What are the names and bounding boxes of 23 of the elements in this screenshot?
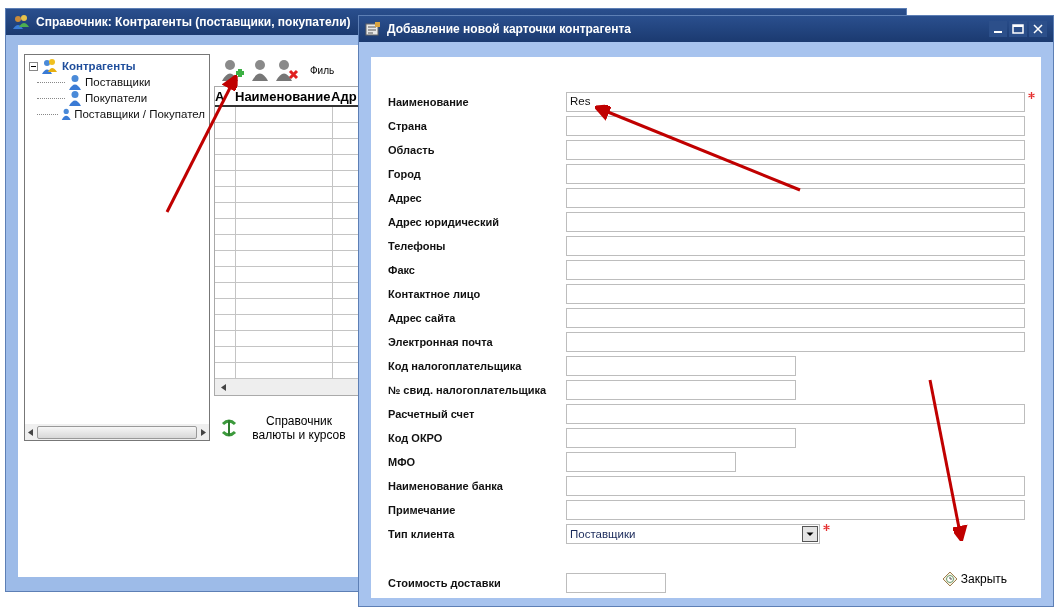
field-label: Страна (388, 120, 428, 132)
field-label: Наименование (388, 96, 470, 108)
field-label: Город (388, 168, 422, 180)
field-label: Стоимость доставки (388, 577, 502, 589)
field-label: Телефоны (388, 240, 447, 252)
field-label: Код ОКРО (388, 432, 444, 444)
field-label: Адрес (388, 192, 423, 204)
field-label: Наименование банка (388, 480, 504, 492)
field-label: МФО (388, 456, 417, 468)
field-label: № свид. налогоплательщика (388, 384, 548, 396)
field-label: Тип клиента (388, 528, 456, 540)
filter-label: Филь (310, 64, 335, 76)
window-title: Добавление новой карточки контрагента (387, 22, 631, 36)
window-title: Справочник: Контрагенты (поставщики, покупатели) (36, 15, 351, 29)
field-label: Область (388, 144, 436, 156)
field-label: Адрес сайта (388, 312, 457, 324)
field-label: Расчетный счет (388, 408, 476, 420)
field-label: Адрес юридический (388, 216, 500, 228)
field-label: Факс (388, 264, 416, 276)
field-label: Код налогоплательщика (388, 360, 523, 372)
field-label: Примечание (388, 504, 457, 516)
field-label: Контактное лицо (388, 288, 482, 300)
field-label: Электронная почта (388, 336, 494, 348)
